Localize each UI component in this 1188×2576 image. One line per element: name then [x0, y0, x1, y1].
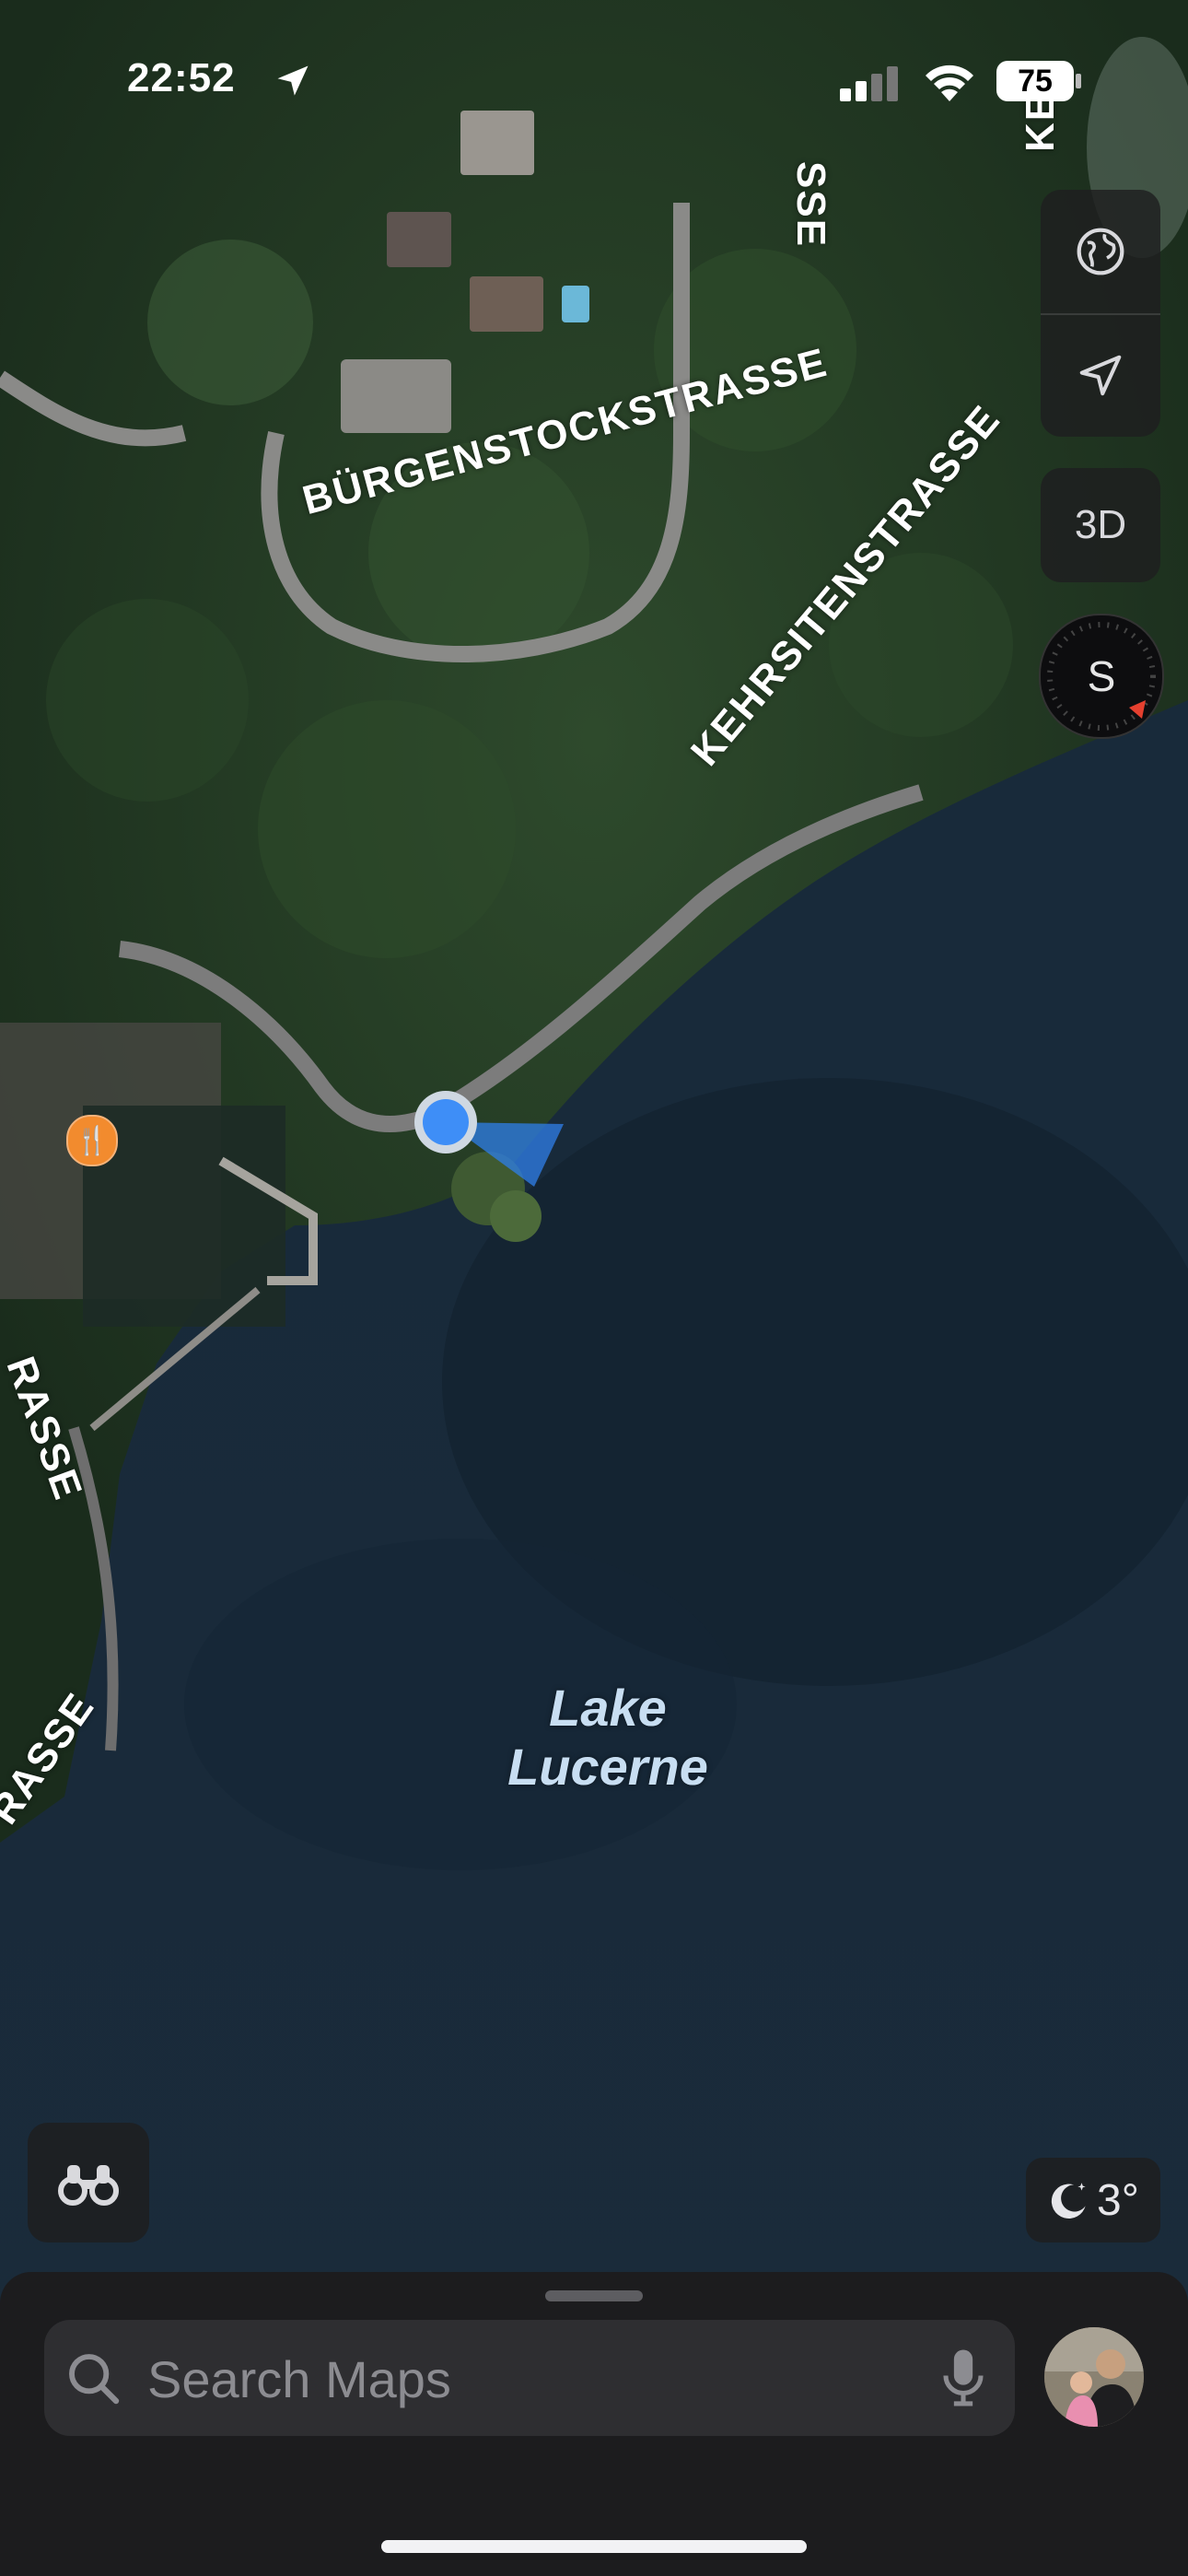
avatar-image — [1044, 2327, 1144, 2427]
compass-button[interactable]: S — [1039, 614, 1164, 739]
wifi-icon — [926, 64, 973, 101]
globe-icon — [1077, 228, 1124, 275]
moon-stars-icon — [1051, 2183, 1086, 2219]
restaurant-poi[interactable]: 🍴 — [66, 1115, 118, 1166]
microphone-icon[interactable] — [939, 2348, 987, 2408]
cellular-signal-icon — [840, 66, 898, 101]
view-3d-button[interactable]: 3D — [1041, 468, 1160, 582]
weather-temperature: 3° — [1097, 2175, 1139, 2225]
satellite-map[interactable] — [0, 0, 1188, 2576]
map-mode-controls — [1041, 190, 1160, 437]
profile-avatar[interactable] — [1044, 2327, 1144, 2427]
search-input[interactable] — [146, 2320, 923, 2438]
lake-label: Lake Lucerne — [451, 1679, 764, 1797]
road-label-partial-top: SSE — [788, 161, 833, 249]
lake-label-line-1: Lake — [549, 1679, 667, 1737]
bottom-sheet[interactable] — [0, 2272, 1188, 2576]
lake-label-line-2: Lucerne — [507, 1738, 708, 1796]
look-around-button[interactable] — [28, 2123, 149, 2242]
binoculars-icon — [58, 2165, 119, 2206]
user-location-marker[interactable] — [405, 1078, 571, 1198]
maps-screen: BÜRGENSTOCKSTRASSE KEHRSITENSTRASSE SSE … — [0, 0, 1188, 2576]
location-arrow-icon — [277, 65, 309, 96]
compass-label: S — [1087, 652, 1116, 700]
home-indicator — [381, 2540, 807, 2553]
fork-knife-icon: 🍴 — [75, 1125, 110, 1156]
battery-icon: 75 — [996, 61, 1074, 101]
weather-badge[interactable]: 3° — [1026, 2158, 1160, 2242]
sheet-grabber[interactable] — [545, 2290, 643, 2301]
search-bar[interactable] — [44, 2320, 1015, 2438]
magnifying-glass-icon — [69, 2354, 120, 2405]
view-3d-label: 3D — [1074, 502, 1127, 547]
battery-cap — [1076, 74, 1081, 88]
location-arrow-outline-icon — [1079, 355, 1122, 396]
track-location-button[interactable] — [1041, 315, 1160, 437]
status-time: 22:52 — [127, 55, 236, 100]
map-style-button[interactable] — [1041, 190, 1160, 313]
battery-level: 75 — [1018, 63, 1053, 99]
